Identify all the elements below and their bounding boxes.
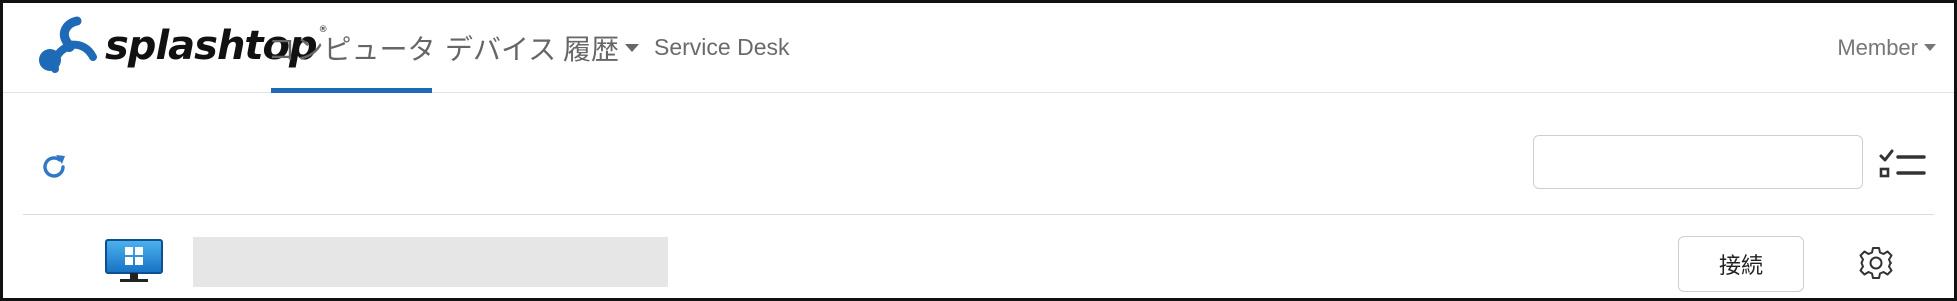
checklist-icon[interactable] [1878,148,1928,182]
connect-button[interactable]: 接続 [1678,236,1804,292]
toolbar-divider [23,214,1934,215]
tab-history-label: 履歴 [563,33,620,65]
account-menu-label: Member [1837,34,1918,60]
windows-monitor-icon [105,239,163,282]
chevron-down-icon [625,43,640,52]
account-menu[interactable]: Member [1837,3,1936,92]
search-input[interactable] [1533,135,1863,189]
tab-computers-label: コンピュータ [267,33,436,65]
tab-computers[interactable]: コンピュータ [268,3,436,93]
tab-service-desk-label: Service Desk [654,34,790,60]
top-navbar: splashtop ® コンピュータ デバイス 履歴 Service Desk … [3,3,1954,93]
tab-devices-label: デバイス [445,33,557,65]
chevron-down-icon [1924,44,1936,51]
app-window: splashtop ® コンピュータ デバイス 履歴 Service Desk … [0,0,1957,301]
tab-service-desk[interactable]: Service Desk [654,3,789,92]
gear-icon[interactable] [1858,245,1894,281]
refresh-icon[interactable] [39,152,69,182]
tab-history[interactable]: 履歴 [563,3,640,92]
computer-name[interactable] [193,237,668,287]
splashtop-logo-icon [39,16,97,73]
tab-devices[interactable]: デバイス [445,3,556,92]
computer-row: 接続 [3,216,1954,298]
